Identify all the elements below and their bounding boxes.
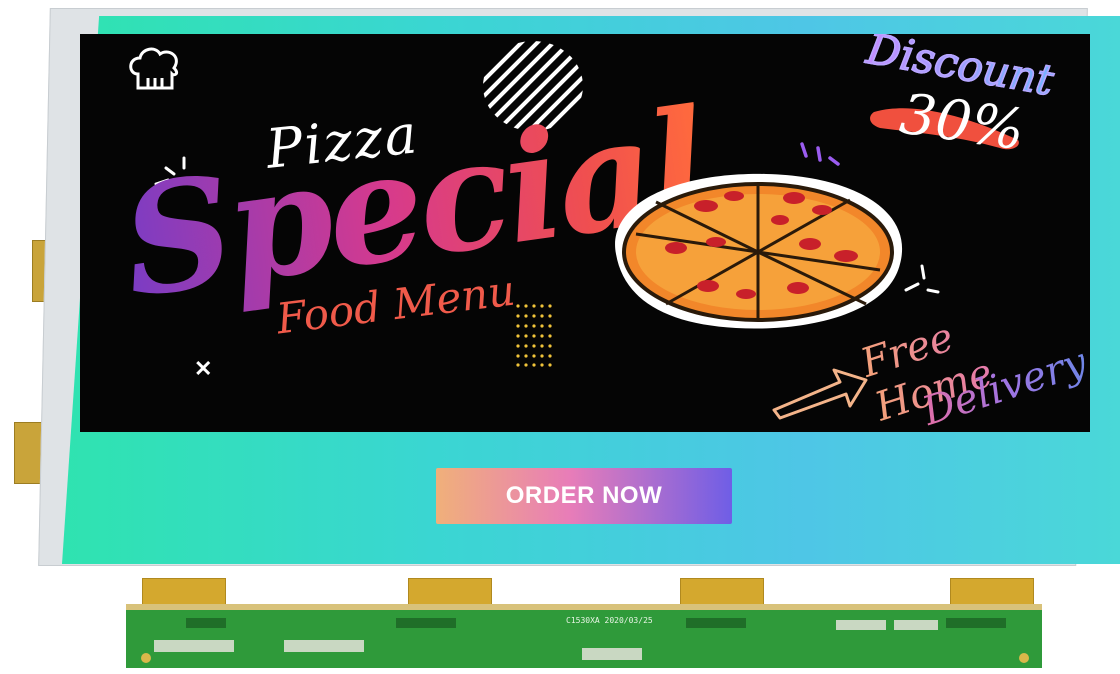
pizza-icon	[615, 173, 903, 329]
dot-grid-decoration	[516, 304, 552, 367]
pcb-label: C1530XA 2020/03/25	[566, 616, 653, 625]
pizza-banner: Pizza Special Food Menu ✕	[80, 34, 1090, 432]
order-now-button[interactable]: ORDER NOW	[436, 468, 732, 524]
spark-decoration	[904, 264, 940, 294]
chef-hat-icon	[129, 47, 179, 90]
arrow-icon	[772, 368, 868, 420]
cross-icon: ✕	[194, 356, 213, 381]
driver-circuit-board	[126, 604, 1042, 668]
